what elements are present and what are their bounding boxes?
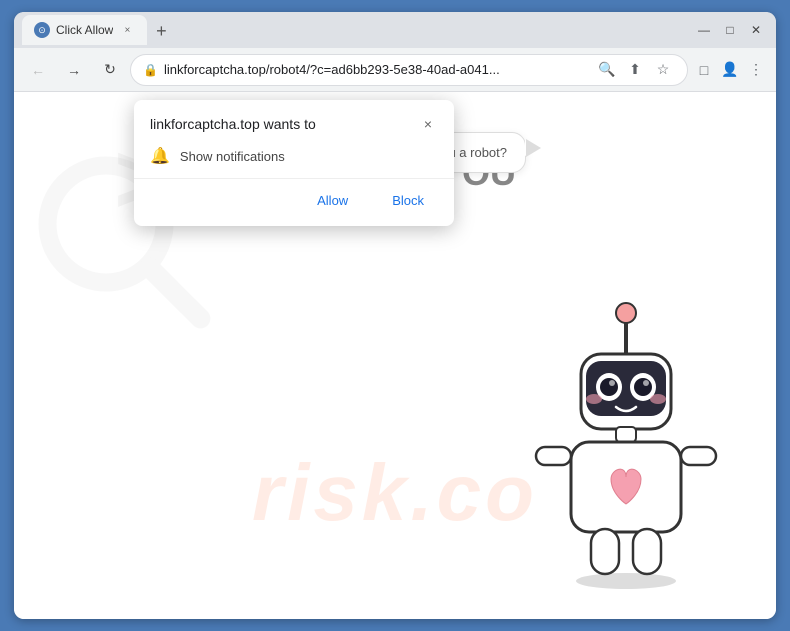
toolbar: ← → ↻ 🔒 linkforcaptcha.top/robot4/?c=ad6… xyxy=(14,48,776,92)
menu-icon[interactable]: ⋮ xyxy=(744,58,768,82)
title-bar: ⊙ Click Allow × + — □ ✕ xyxy=(14,12,776,48)
tabs-row: ⊙ Click Allow × + xyxy=(22,15,768,45)
tab-title: Click Allow xyxy=(56,23,113,37)
notification-popup: linkforcaptcha.top wants to × 🔔 Show not… xyxy=(134,100,454,226)
share-icon[interactable]: ⬆ xyxy=(623,58,647,82)
active-tab[interactable]: ⊙ Click Allow × xyxy=(22,15,147,45)
bookmark-icon[interactable]: ☆ xyxy=(651,58,675,82)
popup-title: linkforcaptcha.top wants to xyxy=(150,116,316,132)
new-tab-button[interactable]: + xyxy=(147,17,175,45)
risk-watermark: risk.co xyxy=(252,447,538,539)
close-button[interactable]: ✕ xyxy=(744,18,768,42)
content-area: risk.co >> YOU xyxy=(14,92,776,619)
forward-icon: → xyxy=(67,62,81,78)
window-controls: — □ ✕ xyxy=(692,18,768,42)
popup-notification-row: 🔔 Show notifications xyxy=(134,142,454,178)
robot-illustration xyxy=(516,299,736,599)
popup-actions: Allow Block xyxy=(134,178,454,226)
url-text: linkforcaptcha.top/robot4/?c=ad6bb293-5e… xyxy=(164,62,589,77)
lock-icon: 🔒 xyxy=(143,63,158,77)
browser-window: ⊙ Click Allow × + — □ ✕ ← → ↻ 🔒 linkforc… xyxy=(14,12,776,619)
allow-button[interactable]: Allow xyxy=(299,187,366,214)
extensions-icon[interactable]: □ xyxy=(692,58,716,82)
search-page-icon[interactable]: 🔍 xyxy=(595,58,619,82)
bubble-tail-border xyxy=(526,139,541,157)
popup-close-button[interactable]: × xyxy=(418,114,438,134)
toolbar-icons: □ 👤 ⋮ xyxy=(692,58,768,82)
tab-close-button[interactable]: × xyxy=(119,22,135,38)
minimize-button[interactable]: — xyxy=(692,18,716,42)
refresh-icon: ↻ xyxy=(104,61,116,78)
refresh-button[interactable]: ↻ xyxy=(94,54,126,86)
profile-icon[interactable]: 👤 xyxy=(718,58,742,82)
block-button[interactable]: Block xyxy=(374,187,442,214)
notification-label: Show notifications xyxy=(180,149,285,164)
address-bar[interactable]: 🔒 linkforcaptcha.top/robot4/?c=ad6bb293-… xyxy=(130,54,688,86)
address-action-icons: 🔍 ⬆ ☆ xyxy=(595,58,675,82)
forward-button[interactable]: → xyxy=(58,54,90,86)
maximize-button[interactable]: □ xyxy=(718,18,742,42)
back-button[interactable]: ← xyxy=(22,54,54,86)
bell-icon: 🔔 xyxy=(150,146,170,166)
back-icon: ← xyxy=(31,62,45,78)
popup-header: linkforcaptcha.top wants to × xyxy=(134,100,454,142)
tab-favicon: ⊙ xyxy=(34,22,50,38)
